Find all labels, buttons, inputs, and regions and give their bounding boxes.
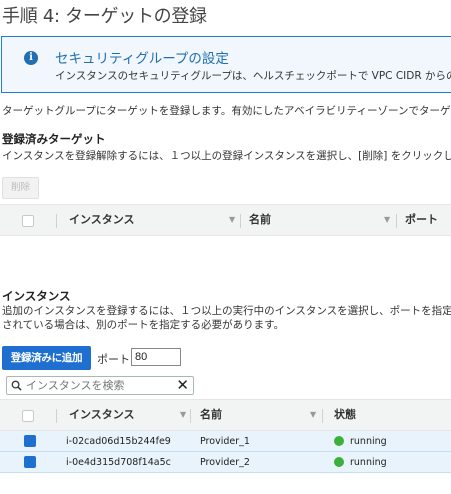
instances-description-line2: されている場合は、別のポートを指定する必要があります。 <box>2 319 285 331</box>
column-header-name[interactable]: 名前 <box>200 400 222 430</box>
page-title: 手順 4: ターゲットの登録 <box>2 6 207 27</box>
column-header-port[interactable]: ポート <box>405 205 438 235</box>
instance-state: running <box>350 457 387 468</box>
table-row[interactable]: i-02cad06d15b244fe9 Provider_1 running <box>0 431 451 452</box>
instances-table-header: インスタンス ▼ 名前 ▼ 状態 <box>0 399 451 431</box>
column-header-state[interactable]: 状態 <box>334 400 356 430</box>
table-row[interactable]: i-0e4d315d708f14a5c Provider_2 running <box>0 452 451 473</box>
row-checkbox[interactable] <box>24 435 36 447</box>
info-text: インスタンスのセキュリティグループは、ヘルスチェックポートで VPC CIDR … <box>55 70 451 82</box>
instances-heading: インスタンス <box>2 289 71 303</box>
instance-name: Provider_2 <box>200 457 250 468</box>
sort-icon[interactable]: ▼ <box>180 400 186 430</box>
column-divider <box>322 409 323 423</box>
search-input[interactable] <box>26 378 176 393</box>
column-header-instance[interactable]: インスタンス <box>69 400 135 430</box>
instance-search-box[interactable]: ✕ <box>6 376 194 395</box>
security-group-info-box: i セキュリティグループの設定 インスタンスのセキュリティグループは、ヘルスチェ… <box>1 36 451 93</box>
remove-button[interactable]: 削除 <box>2 177 39 199</box>
column-header-instance[interactable]: インスタンス <box>69 205 135 235</box>
sort-icon[interactable]: ▼ <box>384 205 390 235</box>
select-all-checkbox[interactable] <box>22 410 34 422</box>
instance-state: running <box>350 436 387 447</box>
instance-id: i-0e4d315d708f14a5c <box>66 457 171 468</box>
instance-id: i-02cad06d15b244fe9 <box>66 436 171 447</box>
column-divider <box>240 214 241 228</box>
column-header-name[interactable]: 名前 <box>249 205 271 235</box>
column-divider <box>396 214 397 228</box>
column-divider <box>56 214 57 228</box>
running-status-icon <box>334 457 344 467</box>
port-label: ポート <box>97 353 130 366</box>
info-icon: i <box>24 51 38 65</box>
port-input[interactable] <box>131 348 181 366</box>
clear-search-icon[interactable]: ✕ <box>176 377 189 394</box>
sort-icon[interactable]: ▼ <box>310 400 316 430</box>
registered-targets-table-header: インスタンス ▼ 名前 ▼ ポート <box>0 204 451 236</box>
instance-name: Provider_1 <box>200 436 250 447</box>
search-icon <box>11 380 22 391</box>
add-to-registered-button[interactable]: 登録済みに追加 <box>2 346 91 370</box>
registered-targets-heading: 登録済みターゲット <box>2 132 106 146</box>
column-divider <box>190 409 191 423</box>
registered-targets-description: インスタンスを登録解除するには、１つ以上の登録インスタンスを選択し、[削除] を… <box>2 150 451 162</box>
intro-text: ターゲットグループにターゲットを登録します。有効にしたアベイラビリティーゾーンで… <box>2 105 451 117</box>
select-all-checkbox[interactable] <box>22 215 34 227</box>
info-title: セキュリティグループの設定 <box>55 51 229 67</box>
sort-icon[interactable]: ▼ <box>229 205 235 235</box>
row-checkbox[interactable] <box>24 456 36 468</box>
column-divider <box>56 409 57 423</box>
running-status-icon <box>334 436 344 446</box>
